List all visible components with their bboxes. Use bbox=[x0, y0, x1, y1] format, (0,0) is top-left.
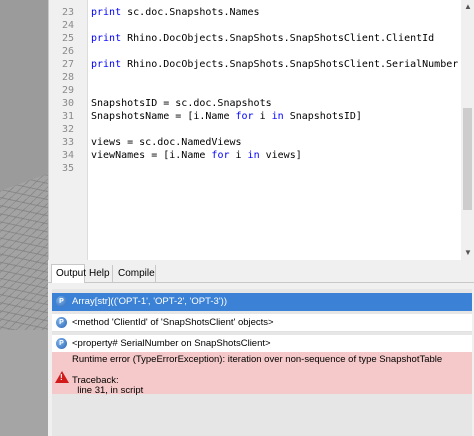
scrollbar-thumb[interactable] bbox=[463, 108, 472, 210]
script-editor[interactable]: 23 24 25 26 27 28 29 30 31 32 33 34 35 print sc.doc.… bbox=[48, 0, 474, 260]
line-number: 33 bbox=[62, 137, 75, 148]
code-line[interactable]: print Rhino.DocObjects.SnapShots.SnapSho… bbox=[91, 58, 458, 71]
line-number: 35 bbox=[62, 163, 75, 174]
code-line[interactable]: viewNames = [i.Name for i in views] bbox=[91, 149, 302, 162]
code-token: Rhino.DocObjects.SnapShots.SnapShotsClie… bbox=[121, 33, 435, 44]
output-list: P Array[str](('OPT-1', 'OPT-2', 'OPT-3')… bbox=[52, 289, 472, 436]
python-icon: P bbox=[56, 296, 67, 307]
editor-vertical-scrollbar[interactable]: ▲ ▼ bbox=[461, 0, 474, 260]
code-line[interactable]: views = sc.doc.NamedViews bbox=[91, 136, 242, 149]
code-token: views = sc.doc.NamedViews bbox=[91, 137, 242, 148]
viewport-floor bbox=[0, 330, 48, 436]
line-number: 27 bbox=[62, 59, 75, 70]
output-row-text: <property# SerialNumber on SnapShotsClie… bbox=[72, 338, 271, 349]
traceback-line: line 31, in script bbox=[72, 385, 144, 396]
code-token: SnapshotsID = sc.doc.Snapshots bbox=[91, 98, 272, 109]
line-number: 31 bbox=[62, 111, 75, 122]
code-token: i bbox=[229, 150, 248, 161]
line-number: 34 bbox=[62, 150, 75, 161]
scroll-up-icon[interactable]: ▲ bbox=[461, 0, 474, 14]
code-token: i bbox=[253, 111, 272, 122]
code-keyword: for bbox=[211, 150, 230, 161]
code-token: SnapshotsID] bbox=[283, 111, 362, 122]
output-row[interactable]: P Array[str](('OPT-1', 'OPT-2', 'OPT-3')… bbox=[52, 293, 472, 311]
output-row-text: Array[str](('OPT-1', 'OPT-2', 'OPT-3')) bbox=[72, 296, 227, 307]
code-token: views] bbox=[259, 150, 302, 161]
tab-compile[interactable]: Compile bbox=[114, 265, 156, 282]
python-icon: P bbox=[56, 338, 67, 349]
output-row[interactable]: P <property# SerialNumber on SnapShotsCl… bbox=[52, 335, 472, 353]
code-line[interactable]: SnapshotsName = [i.Name for i in Snapsho… bbox=[91, 110, 362, 123]
code-line[interactable]: print Rhino.DocObjects.SnapShots.SnapSho… bbox=[91, 32, 434, 45]
code-line[interactable]: SnapshotsID = sc.doc.Snapshots bbox=[91, 97, 272, 110]
code-token: viewNames = [i.Name bbox=[91, 150, 212, 161]
error-row[interactable]: ! Runtime error (TypeErrorException): it… bbox=[52, 352, 472, 396]
code-keyword: print bbox=[91, 59, 122, 70]
line-number: 28 bbox=[62, 72, 75, 83]
code-keyword: print bbox=[91, 7, 122, 18]
python-icon: P bbox=[56, 317, 67, 328]
error-message: Runtime error (TypeErrorException): iter… bbox=[72, 354, 443, 365]
scroll-down-icon[interactable]: ▼ bbox=[461, 246, 474, 260]
output-row[interactable]: P <method 'ClientId' of 'SnapShotsClient… bbox=[52, 314, 472, 332]
code-token: sc.doc.Snapshots.Names bbox=[121, 7, 260, 18]
code-token: SnapshotsName = [i.Name bbox=[91, 111, 236, 122]
line-number: 32 bbox=[62, 124, 75, 135]
line-number: 29 bbox=[62, 85, 75, 96]
code-keyword: in bbox=[271, 111, 284, 122]
line-number-gutter: 23 24 25 26 27 28 29 30 31 32 33 34 35 bbox=[49, 0, 88, 260]
code-keyword: for bbox=[235, 111, 254, 122]
output-panel: Output Help Compile P Array[str](('OPT-1… bbox=[48, 264, 474, 436]
line-number: 24 bbox=[62, 20, 75, 31]
line-number: 23 bbox=[62, 7, 75, 18]
tab-help[interactable]: Help bbox=[85, 265, 113, 282]
line-number: 26 bbox=[62, 46, 75, 57]
code-keyword: in bbox=[247, 150, 260, 161]
output-row-text: <method 'ClientId' of 'SnapShotsClient' … bbox=[72, 317, 274, 328]
rhino-viewport-background bbox=[0, 0, 48, 436]
tab-output[interactable]: Output bbox=[51, 264, 86, 283]
code-token: Rhino.DocObjects.SnapShots.SnapShotsClie… bbox=[121, 59, 459, 70]
line-number: 25 bbox=[62, 33, 75, 44]
code-line[interactable]: print sc.doc.Snapshots.Names bbox=[91, 6, 260, 19]
code-keyword: print bbox=[91, 33, 122, 44]
output-tabs: Output Help Compile bbox=[48, 264, 474, 283]
line-number: 30 bbox=[62, 98, 75, 109]
